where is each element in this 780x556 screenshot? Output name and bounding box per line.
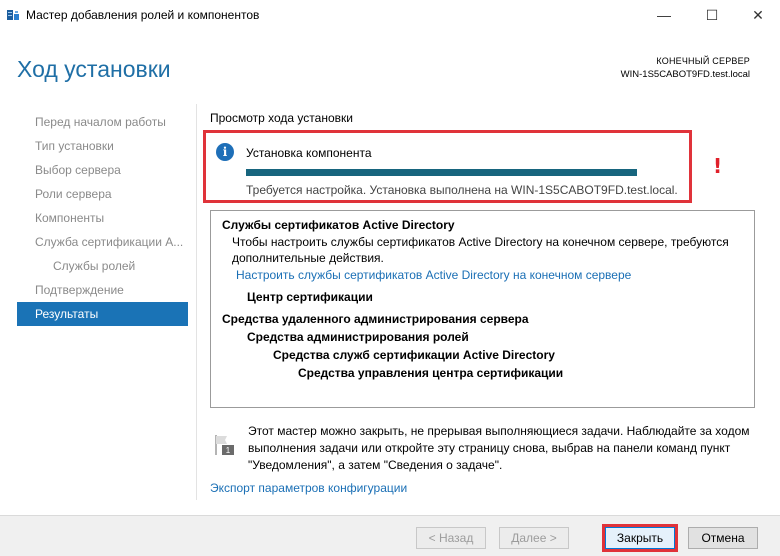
minimize-icon: — (657, 7, 671, 23)
close-icon: ✕ (752, 6, 764, 23)
notification-count-badge: 1 (226, 446, 231, 455)
result-adcs-tools: Средства служб сертификации Active Direc… (273, 348, 555, 362)
sidebar-item-installation-type: Тип установки (35, 139, 114, 153)
close-button-highlight (602, 524, 678, 552)
destination-server-label: КОНЕЧНЫЙ СЕРВЕР (656, 56, 750, 66)
result-adcs-title: Службы сертификатов Active Directory (222, 218, 455, 232)
info-icon: i (216, 143, 234, 161)
destination-server-name: WIN-1S5CABOT9FD.test.local (620, 69, 750, 80)
progress-fill (246, 169, 637, 176)
maximize-button[interactable]: ☐ (690, 0, 734, 30)
results-list: Службы сертификатов Active Directory Что… (210, 210, 755, 408)
nav-divider (196, 104, 197, 500)
server-manager-icon (7, 10, 19, 20)
window-title: Мастер добавления ролей и компонентов (26, 8, 260, 22)
sidebar-item-features: Компоненты (35, 211, 105, 225)
result-adcs-desc-line1: Чтобы настроить службы сертификатов Acti… (232, 235, 729, 249)
installation-progress-bar (246, 169, 637, 176)
status-message: Требуется настройка. Установка выполнена… (246, 183, 678, 197)
export-configuration-link[interactable]: Экспорт параметров конфигурации (210, 481, 407, 495)
sidebar-item-ad-cs: Служба сертификации A... (35, 235, 184, 249)
title-bar: Мастер добавления ролей и компонентов — … (0, 0, 780, 32)
sidebar-item-confirmation: Подтверждение (35, 283, 124, 297)
result-rsat: Средства удаленного администрирования се… (222, 312, 529, 326)
sidebar-item-role-services: Службы ролей (53, 259, 136, 273)
alert-exclamation-mark: ! (713, 154, 723, 178)
sidebar-item-server-selection: Выбор сервера (35, 163, 121, 177)
result-adcs-desc-line2: дополнительные действия. (232, 251, 384, 265)
maximize-icon: ☐ (705, 6, 719, 23)
close-window-button[interactable]: ✕ (736, 0, 780, 30)
result-ca-tools: Средства управления центра сертификации (298, 366, 564, 380)
sidebar-item-results[interactable]: Результаты (17, 302, 188, 326)
wizard-close-note: Этот мастер можно закрыть, не прерывая в… (248, 423, 758, 474)
section-title: Просмотр хода установки (210, 111, 353, 125)
page-title: Ход установки (17, 56, 171, 82)
next-button[interactable]: Далее > (499, 527, 569, 549)
sidebar-item-server-roles: Роли сервера (35, 187, 112, 201)
note-line-3: "Уведомления", а затем "Сведения о задач… (248, 458, 503, 472)
configure-adcs-link[interactable]: Настроить службы сертификатов Active Dir… (236, 268, 631, 282)
cancel-button[interactable]: Отмена (688, 527, 758, 549)
status-heading: Установка компонента (246, 146, 372, 160)
back-button[interactable]: < Назад (416, 527, 486, 549)
notification-flag-icon: 1 (215, 435, 234, 455)
wizard-steps-nav: Перед началом работы Тип установки Выбор… (17, 110, 188, 326)
note-line-2: выполнения задачи или откройте эту стран… (248, 441, 731, 455)
sidebar-item-before-you-begin: Перед началом работы (35, 115, 166, 129)
minimize-button[interactable]: — (642, 0, 686, 30)
note-line-1: Этот мастер можно закрыть, не прерывая в… (248, 424, 750, 438)
result-ca: Центр сертификации (247, 290, 373, 304)
result-role-tools: Средства администрирования ролей (247, 330, 469, 344)
